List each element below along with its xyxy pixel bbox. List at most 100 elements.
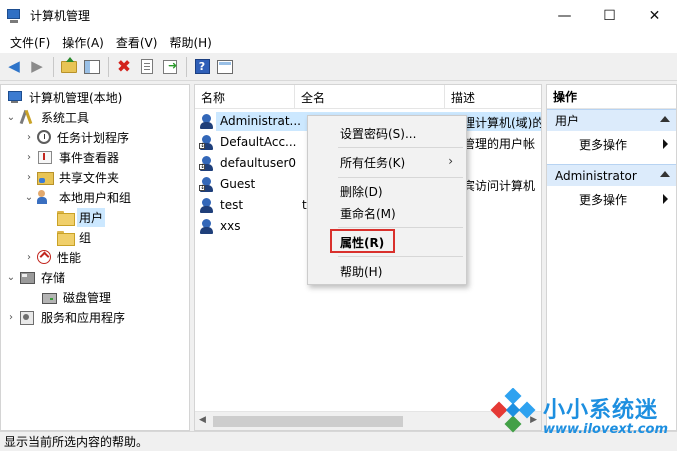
user-icon [199,114,215,129]
tree-item-shared-folders[interactable]: › 共享文件夹 [23,167,121,187]
up-level-button[interactable] [58,56,80,78]
view-icon [217,59,233,74]
actions-pane: 操作 用户 更多操作 Administrator 更多操作 [546,84,677,431]
user-name: DefaultAcc... [220,135,297,149]
menu-help[interactable]: 帮助(H) [163,34,217,51]
scroll-left-icon[interactable]: ◀ [199,415,206,425]
tree-item-users[interactable]: 用户 [55,207,106,227]
user-name: defaultuser0 [220,156,297,170]
tree-item-event-viewer[interactable]: › 事件查看器 [23,147,121,167]
console-tree: 计算机管理(本地) ⌄ 系统工具 › 任务计划程序 › 事件查看器 › 共享文件… [0,84,190,431]
shared-folder-icon [37,170,54,185]
tree-item-task-scheduler[interactable]: › 任务计划程序 [23,127,131,147]
help-button[interactable]: ? [191,56,213,78]
performance-icon [37,250,51,264]
context-all-tasks[interactable]: 所有任务(K) › [309,151,465,173]
context-set-password[interactable]: 设置密码(S)... [309,122,465,144]
computer-icon [7,90,23,104]
collapse-toggle[interactable]: ⌄ [23,192,35,203]
collapse-caret-icon[interactable] [660,171,670,177]
menu-separator [338,227,463,228]
export-list-button[interactable] [159,56,181,78]
user-name: xxs [220,219,241,233]
status-text: 显示当前所选内容的帮助。 [4,435,149,449]
expand-toggle[interactable]: › [23,132,35,143]
tools-icon [19,110,35,124]
delete-button[interactable]: ✖ [113,56,135,78]
collapse-toggle[interactable]: ⌄ [5,272,17,283]
properties-icon [141,59,153,74]
submenu-arrow-icon [663,194,668,204]
maximize-button[interactable]: ☐ [587,0,632,31]
tree-item-performance[interactable]: › 性能 [23,247,83,267]
back-button[interactable]: ◀ [3,56,25,78]
folder-icon [57,230,75,246]
all-tasks-label: 所有任务(K) [340,155,406,170]
actions-section-administrator[interactable]: Administrator [547,164,676,186]
watermark-url: www.ilovext.com [543,422,668,437]
expand-toggle[interactable]: › [23,172,35,183]
column-header-fullname[interactable]: 全名 [295,85,445,109]
users-icon [37,190,53,204]
toolbar-separator [186,56,187,77]
storage-icon [19,270,35,284]
user-icon: ↓ [199,177,215,192]
menu-separator [338,147,463,148]
tree-item-disk-management[interactable]: 磁盘管理 [39,287,113,307]
tree-item-label: 用户 [77,207,106,227]
scrollbar-thumb[interactable] [213,416,403,427]
more-actions-administrator[interactable]: 更多操作 [547,188,676,210]
user-name: Guest [220,177,256,191]
collapse-toggle[interactable]: ⌄ [5,112,17,123]
menu-view[interactable]: 查看(V) [110,34,164,51]
context-help[interactable]: 帮助(H) [309,260,465,282]
more-actions-label: 更多操作 [579,192,628,207]
user-icon: ↓ [199,156,215,171]
help-icon: ? [194,59,210,74]
expand-toggle[interactable]: › [23,252,35,263]
tree-item-groups[interactable]: 组 [55,227,93,247]
tree-item-label: 任务计划程序 [57,130,130,145]
tree-item-label: 存储 [41,270,66,285]
tree-item-computer-management[interactable]: 计算机管理(本地) [5,87,124,107]
collapse-caret-icon[interactable] [660,116,670,122]
toolbar-separator [108,56,109,77]
more-actions-users[interactable]: 更多操作 [547,133,676,155]
forward-icon: ▶ [31,57,43,75]
menu-bar: 文件(F) 操作(A) 查看(V) 帮助(H) [0,31,677,53]
context-delete[interactable]: 删除(D) [309,180,465,202]
folder-icon [57,210,75,226]
tree-item-storage[interactable]: ⌄ 存储 [5,267,67,287]
show-hide-tree-button[interactable] [81,56,103,78]
context-rename[interactable]: 重命名(M) [309,202,465,224]
tree-item-label: 性能 [57,250,82,265]
tree-item-services-applications[interactable]: › 服务和应用程序 [5,307,127,327]
event-viewer-icon [37,150,53,164]
tree-item-label: 事件查看器 [59,150,120,165]
actions-section-users[interactable]: 用户 [547,109,676,131]
user-name: Administrat... [220,114,301,128]
clock-icon [37,130,51,144]
view-button[interactable] [214,56,236,78]
properties-button[interactable] [136,56,158,78]
tree-item-label: 系统工具 [41,110,90,125]
close-button[interactable]: ✕ [632,0,677,31]
expand-toggle[interactable]: › [5,312,17,323]
tree-item-local-users-groups[interactable]: ⌄ 本地用户和组 [23,187,133,207]
column-header-name[interactable]: 名称 [195,85,295,109]
forward-button[interactable]: ▶ [26,56,48,78]
computer-management-icon [7,8,23,24]
window-title: 计算机管理 [30,9,91,23]
menu-separator [338,177,463,178]
menu-action[interactable]: 操作(A) [56,34,110,51]
show-hide-tree-icon [84,59,100,74]
list-header: 名称 全名 描述 [195,85,541,109]
minimize-button[interactable]: — [542,0,587,31]
properties-highlight-box [330,229,395,253]
section-label: 用户 [555,114,580,128]
expand-toggle[interactable]: › [23,152,35,163]
menu-file[interactable]: 文件(F) [4,34,56,51]
tree-item-system-tools[interactable]: ⌄ 系统工具 [5,107,91,127]
column-header-description[interactable]: 描述 [445,85,541,109]
tree-item-label: 服务和应用程序 [41,310,126,325]
